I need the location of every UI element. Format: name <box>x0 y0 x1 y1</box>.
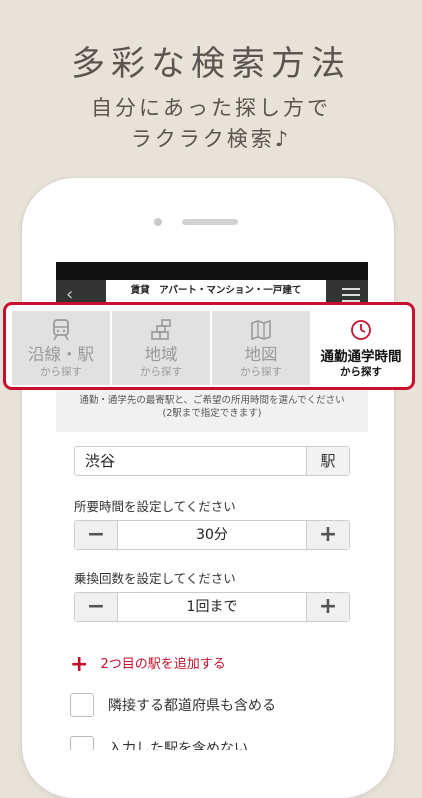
tab-commute-time[interactable]: 通勤通学時間 から探す <box>312 311 410 385</box>
add-station-link[interactable]: +2つ目の駅を追加する <box>70 652 226 677</box>
transfer-stepper: − 1回まで + <box>74 592 350 622</box>
station-input-value[interactable]: 渋谷 <box>85 447 115 475</box>
time-stepper: − 30分 + <box>74 520 350 550</box>
tab-region-label: 地域 <box>144 345 178 364</box>
tab-commute-time-sub: から探す <box>340 366 382 378</box>
tab-map-sub: から探す <box>240 366 282 378</box>
time-plus-button[interactable]: + <box>306 521 349 549</box>
search-method-tabs: 沿線・駅 から探す 地域 から探す 地図 から探す 通勤通学時間 から探す <box>3 302 415 390</box>
status-bar <box>56 262 368 280</box>
station-input[interactable]: 渋谷 駅 <box>74 446 350 476</box>
train-icon <box>12 319 110 341</box>
region-icon <box>112 319 210 341</box>
exclude-station-checkbox[interactable] <box>70 736 94 750</box>
tab-region-sub: から探す <box>140 366 182 378</box>
plus-icon: + <box>70 652 89 677</box>
map-icon <box>212 319 310 341</box>
tab-line-station-sub: から探す <box>40 366 82 378</box>
adjacent-prefecture-checkbox[interactable] <box>70 693 94 717</box>
instruction-line-2: (2駅まで指定できます) <box>162 408 262 419</box>
tab-map[interactable]: 地図 から探す <box>212 311 310 385</box>
adjacent-prefecture-label: 隣接する都道府県も含める <box>108 698 276 714</box>
camera-dot <box>154 218 162 226</box>
add-station-label: 2つ目の駅を追加する <box>100 657 226 672</box>
tab-map-label: 地図 <box>244 345 278 364</box>
tab-line-station-label: 沿線・駅 <box>28 345 94 364</box>
tab-line-station[interactable]: 沿線・駅 から探す <box>12 311 110 385</box>
exclude-station-label: 入力した駅を含めない <box>108 741 248 750</box>
page-title: 賃貸 アパート・マンション・一戸建て <box>106 280 326 302</box>
instruction-line-1: 通勤・通学先の最寄駅と、ご希望の所用時間を選んでください <box>79 395 345 406</box>
promo-subtitle-2: ラクラク検索♪ <box>130 127 292 151</box>
promo-headline: 多彩な検索方法 <box>71 44 351 84</box>
time-value: 30分 <box>196 527 228 543</box>
tab-commute-time-label: 通勤通学時間 <box>320 349 402 365</box>
speaker-slot <box>182 219 238 225</box>
tab-region[interactable]: 地域 から探す <box>112 311 210 385</box>
transfer-label: 乗換回数を設定してください <box>74 571 236 586</box>
transfer-minus-button[interactable]: − <box>75 593 118 621</box>
transfer-plus-button[interactable]: + <box>306 593 349 621</box>
transfer-value: 1回まで <box>186 599 238 615</box>
station-suffix: 駅 <box>306 447 349 475</box>
clock-icon <box>312 319 410 341</box>
time-minus-button[interactable]: − <box>75 521 118 549</box>
instruction-text: 通勤・通学先の最寄駅と、ご希望の所用時間を選んでください (2駅まで指定できます… <box>56 394 368 420</box>
promo-subtitle-1: 自分にあった探し方で <box>91 96 331 120</box>
time-label: 所要時間を設定してください <box>74 499 236 514</box>
